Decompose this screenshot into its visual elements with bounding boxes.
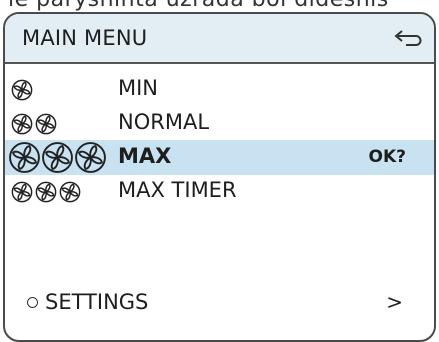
page-title: MAIN MENU	[22, 26, 148, 50]
screen-header: MAIN MENU	[5, 14, 434, 64]
fan-icon	[11, 181, 33, 202]
fan-icon	[35, 113, 57, 134]
return-arrow-icon[interactable]	[388, 26, 426, 52]
menu-item-label: MAX TIMER	[118, 178, 237, 202]
device-screen: MAIN MENU MIN NORMAL MAX OK? MAX TIMER S…	[3, 12, 436, 342]
fan-icon	[59, 181, 81, 202]
fan-icon	[11, 113, 33, 134]
fan-level-icons	[11, 72, 33, 107]
radio-circle-icon	[27, 297, 38, 308]
confirm-prompt[interactable]: OK?	[369, 147, 407, 167]
menu-item-normal[interactable]: NORMAL	[5, 106, 434, 141]
fan-icon	[42, 142, 73, 173]
fan-level-icons	[11, 106, 57, 141]
page-text-fragment: ie paryshinta uzrada bol didesnis	[8, 0, 389, 12]
fan-icon	[75, 142, 106, 173]
settings-item[interactable]: SETTINGS >	[5, 282, 434, 322]
fan-icon	[11, 79, 33, 100]
menu-item-label: MIN	[118, 76, 159, 100]
fan-level-icons	[11, 174, 81, 209]
fan-level-icons	[8, 140, 107, 175]
menu-item-max-timer[interactable]: MAX TIMER	[5, 174, 434, 209]
fan-icon	[35, 181, 57, 202]
settings-label: SETTINGS	[45, 290, 149, 314]
page-text-behind-device: ie paryshinta uzrada bol didesnis	[0, 0, 439, 12]
menu-item-label: MAX	[118, 144, 172, 168]
fan-icon	[9, 142, 40, 173]
menu-item-max[interactable]: MAX OK?	[5, 140, 434, 175]
menu-item-min[interactable]: MIN	[5, 72, 434, 107]
chevron-right-icon: >	[386, 290, 403, 314]
menu-item-label: NORMAL	[118, 110, 210, 134]
